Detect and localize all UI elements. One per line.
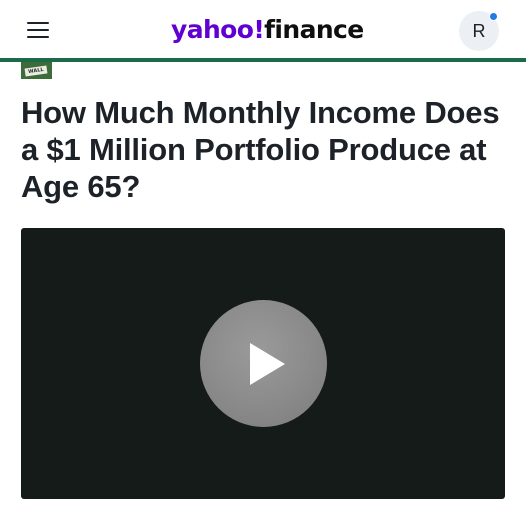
header-accent-bar xyxy=(0,58,526,62)
play-icon xyxy=(250,343,285,385)
article-title: How Much Monthly Income Does a $1 Millio… xyxy=(21,95,500,204)
page: yahoo!finance R WALL How Much Monthly In… xyxy=(0,0,526,525)
top-header: yahoo!finance R xyxy=(0,0,526,60)
source-logo-text: WALL xyxy=(24,65,48,77)
menu-line xyxy=(27,29,49,31)
video-player[interactable] xyxy=(21,228,505,499)
yahoo-finance-logo[interactable]: yahoo!finance xyxy=(171,13,364,47)
logo-yahoo-text: yahoo! xyxy=(171,15,265,44)
menu-line xyxy=(27,36,49,38)
source-logo-thumbnail[interactable]: WALL xyxy=(21,62,52,79)
logo-finance-text: finance xyxy=(264,15,364,44)
notification-dot xyxy=(489,12,498,21)
avatar-initial: R xyxy=(472,20,486,41)
hamburger-menu-icon[interactable] xyxy=(27,21,49,39)
play-button[interactable] xyxy=(200,300,327,427)
menu-line xyxy=(27,22,49,24)
